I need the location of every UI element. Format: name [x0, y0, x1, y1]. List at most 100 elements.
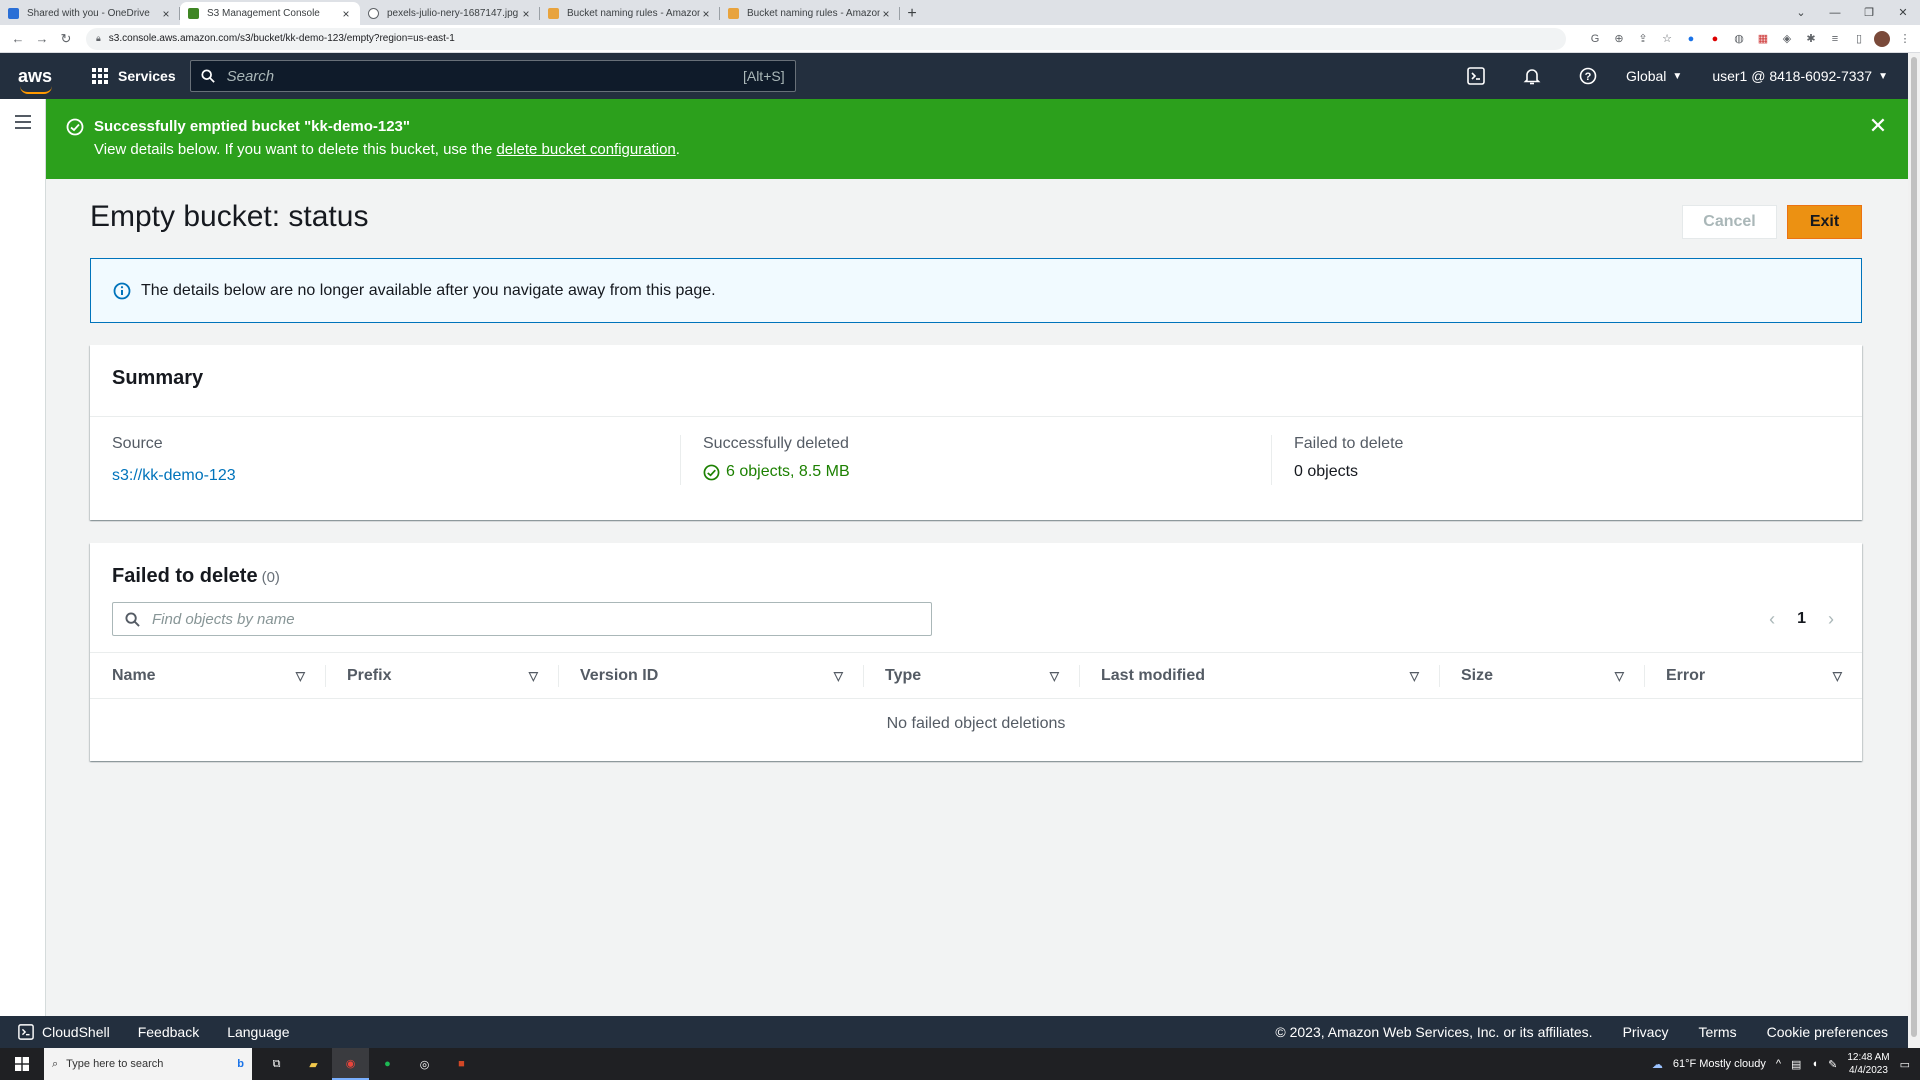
windows-start-icon[interactable] — [0, 1057, 44, 1071]
aws-logo[interactable]: aws — [18, 66, 72, 94]
reload-icon[interactable]: ↻ — [54, 31, 78, 47]
summary-title: Summary — [90, 345, 1862, 417]
bookmark-star-icon[interactable]: ☆ — [1658, 30, 1676, 48]
close-icon[interactable]: ✕ — [1868, 115, 1888, 137]
cloudshell-icon[interactable] — [1448, 67, 1504, 85]
find-objects-input[interactable]: Find objects by name — [112, 602, 932, 636]
flash-body: View details below. If you want to delet… — [94, 141, 680, 158]
account-menu[interactable]: user1 @ 8418-6092-7337 ▼ — [1712, 68, 1888, 84]
sort-icon: ▽ — [295, 669, 305, 683]
minimize-icon[interactable]: — — [1818, 7, 1852, 19]
cloudshell-button[interactable]: CloudShell — [18, 1024, 110, 1040]
copyright-text: © 2023, Amazon Web Services, Inc. or its… — [1275, 1024, 1593, 1040]
summary-panel: Summary Source s3://kk-demo-123 Successf… — [90, 345, 1862, 520]
close-tab-icon[interactable]: × — [880, 7, 892, 21]
language-link[interactable]: Language — [227, 1024, 289, 1040]
browser-tab-bucket-rules-2[interactable]: Bucket naming rules - Amazon S... × — [720, 2, 900, 25]
pen-icon[interactable]: ✎ — [1828, 1058, 1837, 1071]
task-view-icon[interactable]: ⧉ — [258, 1048, 295, 1080]
region-selector[interactable]: Global ▼ — [1626, 68, 1682, 84]
app-icon[interactable]: ◎ — [406, 1048, 443, 1080]
network-icon[interactable]: ▤ — [1791, 1058, 1801, 1071]
extension-icon[interactable]: ◍ — [1730, 30, 1748, 48]
cancel-button[interactable]: Cancel — [1682, 205, 1777, 239]
close-tab-icon[interactable]: × — [160, 7, 172, 21]
puzzle-icon[interactable]: ✱ — [1802, 30, 1820, 48]
taskbar-search-input[interactable]: ⌕ Type here to search b — [44, 1048, 252, 1080]
failed-panel-header: Failed to delete (0) — [90, 543, 1862, 588]
weather-icon: ☁ — [1651, 1058, 1663, 1071]
powerpoint-icon[interactable]: ■ — [443, 1048, 480, 1080]
deleted-status: 6 objects, 8.5 MB — [703, 463, 1249, 481]
column-header-version-id[interactable]: Version ID ▽ — [558, 652, 863, 699]
browser-tab-bucket-rules-1[interactable]: Bucket naming rules - Amazon S... × — [540, 2, 720, 25]
forward-icon[interactable]: → — [30, 31, 54, 46]
privacy-link[interactable]: Privacy — [1623, 1024, 1669, 1040]
extension-icon[interactable]: ● — [1682, 30, 1700, 48]
browser-tab-pexels[interactable]: pexels-julio-nery-1687147.jpg (3... × — [360, 2, 540, 25]
weather-text[interactable]: 61°F Mostly cloudy — [1673, 1058, 1766, 1070]
delete-bucket-link[interactable]: delete bucket configuration — [496, 141, 675, 158]
profile-avatar[interactable] — [1874, 30, 1890, 47]
new-tab-button[interactable]: + — [900, 2, 924, 25]
chevron-left-icon[interactable]: ‹ — [1769, 609, 1775, 630]
search-input[interactable]: Search [Alt+S] — [189, 60, 796, 92]
aws-top-nav: aws Services Search [Alt+S] ? Global ▼ u… — [0, 53, 1908, 99]
browser-tab-onedrive[interactable]: Shared with you - OneDrive × — [0, 2, 180, 25]
browser-tab-s3-console[interactable]: S3 Management Console × — [180, 2, 360, 25]
notifications-icon[interactable]: ▭ — [1900, 1058, 1910, 1071]
deleted-label: Successfully deleted — [703, 435, 849, 452]
failed-label: Failed to delete — [1294, 435, 1404, 452]
tab-title: Bucket naming rules - Amazon S... — [747, 8, 880, 19]
hamburger-menu-icon[interactable] — [15, 115, 31, 133]
spotify-icon[interactable]: ● — [369, 1048, 406, 1080]
extension-icons: G ⊕ ⇪ ☆ ● ● ◍ ▦ ◈ ✱ ≡ ▯ ⋮ — [1586, 30, 1914, 48]
taskbar-clock[interactable]: 12:48 AM 4/4/2023 — [1847, 1051, 1889, 1077]
opera-icon[interactable]: ● — [1706, 30, 1724, 48]
help-icon[interactable]: ? — [1560, 67, 1616, 85]
close-tab-icon[interactable]: × — [340, 7, 352, 21]
close-window-icon[interactable]: ✕ — [1886, 6, 1920, 19]
volume-icon[interactable]: ◖ — [1811, 1058, 1818, 1070]
chrome-icon[interactable]: ◉ — [332, 1048, 369, 1080]
exit-button[interactable]: Exit — [1787, 205, 1862, 239]
share-icon[interactable]: ⇪ — [1634, 30, 1652, 48]
services-menu-button[interactable]: Services — [92, 68, 176, 84]
restore-icon[interactable]: ❐ — [1852, 6, 1886, 19]
extension-icon[interactable]: ▦ — [1754, 30, 1772, 48]
column-header-name[interactable]: Name ▽ — [90, 652, 325, 699]
window-controls: ⌄ — ❐ ✕ — [1784, 0, 1920, 25]
column-header-error[interactable]: Error ▽ — [1644, 652, 1862, 699]
google-icon[interactable]: G — [1586, 30, 1604, 48]
back-icon[interactable]: ← — [6, 31, 30, 46]
column-header-type[interactable]: Type ▽ — [863, 652, 1079, 699]
pagination: ‹ 1 › — [1769, 609, 1840, 630]
cookie-preferences-link[interactable]: Cookie preferences — [1767, 1024, 1888, 1040]
column-header-last-modified[interactable]: Last modified ▽ — [1079, 652, 1439, 699]
close-tab-icon[interactable]: × — [520, 7, 532, 21]
tab-search-icon[interactable]: ⌄ — [1784, 6, 1818, 19]
caret-down-icon: ▼ — [1878, 70, 1888, 82]
column-header-prefix[interactable]: Prefix ▽ — [325, 652, 558, 699]
zoom-icon[interactable]: ⊕ — [1610, 30, 1628, 48]
extension-icon[interactable]: ◈ — [1778, 30, 1796, 48]
tray-chevron-icon[interactable]: ^ — [1776, 1058, 1781, 1070]
url-field[interactable]: 🔒︎ s3.console.aws.amazon.com/s3/bucket/k… — [86, 27, 1566, 50]
source-link[interactable]: s3://kk-demo-123 — [112, 467, 658, 485]
terms-link[interactable]: Terms — [1698, 1024, 1736, 1040]
page-scrollbar[interactable] — [1908, 53, 1920, 1048]
reading-list-icon[interactable]: ≡ — [1826, 30, 1844, 48]
bell-icon[interactable] — [1504, 67, 1560, 85]
page-number[interactable]: 1 — [1797, 610, 1806, 628]
menu-dots-icon[interactable]: ⋮ — [1896, 30, 1914, 48]
feedback-link[interactable]: Feedback — [138, 1024, 199, 1040]
column-header-size[interactable]: Size ▽ — [1439, 652, 1644, 699]
chevron-right-icon[interactable]: › — [1828, 609, 1834, 630]
windows-taskbar: ⌕ Type here to search b ⧉ ▰ ◉ ● ◎ ■ ☁ 61… — [0, 1048, 1920, 1080]
close-tab-icon[interactable]: × — [700, 7, 712, 21]
info-text: The details below are no longer availabl… — [141, 281, 716, 299]
tab-title: Shared with you - OneDrive — [27, 8, 150, 19]
file-explorer-icon[interactable]: ▰ — [295, 1048, 332, 1080]
side-panel-icon[interactable]: ▯ — [1850, 30, 1868, 48]
console-footer: CloudShell Feedback Language © 2023, Ama… — [0, 1016, 1908, 1048]
